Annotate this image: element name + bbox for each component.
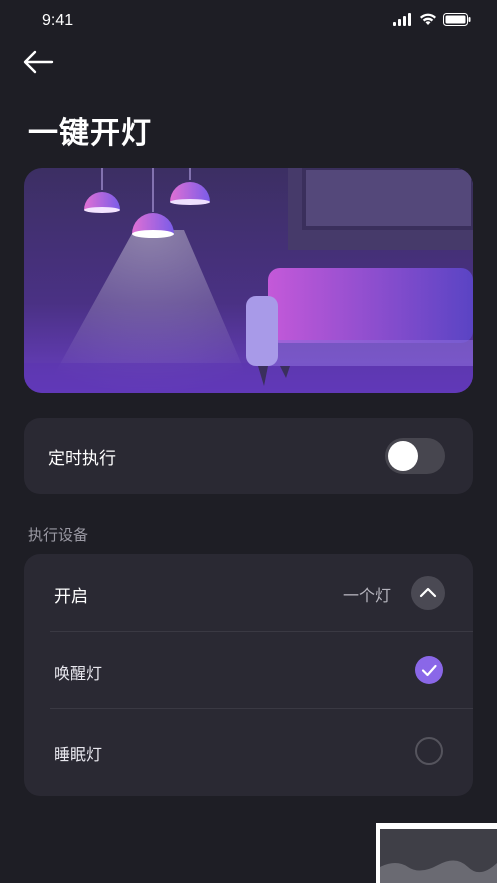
device-card: 开启 一个灯 唤醒灯 睡眠灯 [24, 554, 473, 796]
page-title: 一键开灯 [28, 116, 152, 151]
status-time: 9:41 [42, 12, 74, 29]
timer-card: 定时执行 [24, 418, 473, 494]
device-item-sleep-light[interactable]: 睡眠灯 [24, 709, 473, 796]
checkbox-unchecked[interactable] [415, 737, 443, 765]
arrow-left-icon [23, 50, 54, 74]
collapse-button[interactable] [411, 576, 445, 610]
screenshot-thumbnail[interactable] [376, 823, 497, 883]
device-group-summary: 一个灯 [342, 586, 391, 605]
toggle-knob [388, 441, 418, 471]
device-item-label: 睡眠灯 [54, 745, 103, 764]
timer-label: 定时执行 [48, 449, 116, 469]
device-group-header[interactable]: 开启 一个灯 [24, 554, 473, 631]
section-label: 执行设备 [28, 526, 89, 544]
timer-toggle[interactable] [385, 438, 445, 474]
device-item-label: 唤醒灯 [54, 664, 103, 683]
battery-icon [443, 13, 471, 26]
back-button[interactable] [22, 48, 54, 76]
status-icons [393, 13, 471, 26]
wifi-icon [420, 13, 436, 25]
checkbox-checked[interactable] [415, 656, 443, 684]
signal-icon [393, 13, 411, 26]
device-group-label: 开启 [54, 587, 88, 607]
device-item-wake-light[interactable]: 唤醒灯 [24, 632, 473, 708]
checkmark-icon [421, 664, 437, 677]
scene-illustration [24, 168, 473, 393]
chevron-up-icon [419, 587, 437, 598]
status-bar: 9:41 [0, 0, 497, 44]
